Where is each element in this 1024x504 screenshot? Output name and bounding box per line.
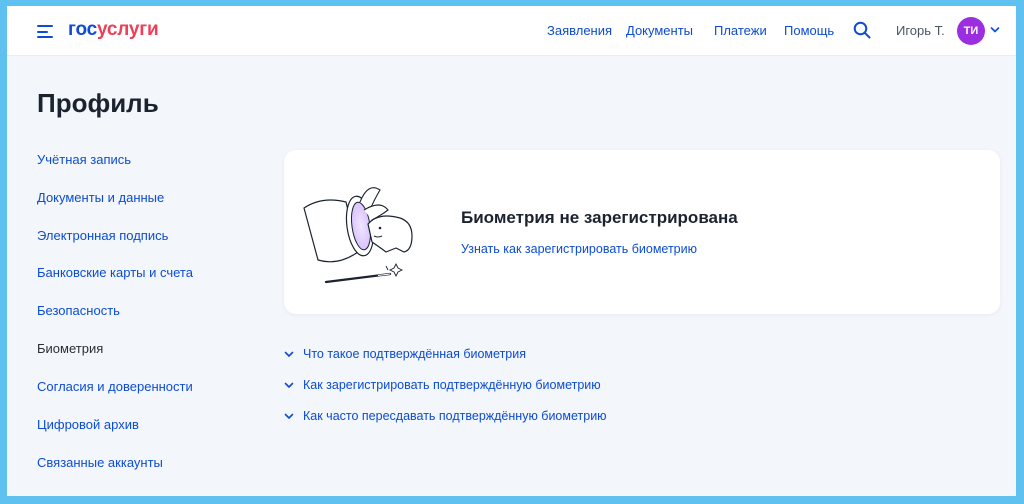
- nav-payments[interactable]: Платежи: [714, 23, 767, 38]
- sidebar-item-documents[interactable]: Документы и данные: [37, 190, 164, 205]
- sidebar-item-security[interactable]: Безопасность: [37, 303, 120, 318]
- app-window: госуслуги Заявления Документы Платежи По…: [7, 6, 1016, 496]
- faq-label: Как зарегистрировать подтверждённую биом…: [303, 378, 601, 392]
- chevron-down-icon: [284, 413, 294, 419]
- sidebar-item-linked-accounts[interactable]: Связанные аккаунты: [37, 455, 163, 470]
- biometrics-status-card: Биометрия не зарегистрирована Узнать как…: [284, 150, 1000, 314]
- sidebar-item-bank-cards[interactable]: Банковские карты и счета: [37, 265, 193, 280]
- page-title: Профиль: [37, 88, 159, 118]
- top-header: госуслуги Заявления Документы Платежи По…: [7, 6, 1016, 56]
- sidebar-item-consents[interactable]: Согласия и доверенности: [37, 379, 193, 394]
- logo-part-uslugi: услуги: [97, 19, 159, 40]
- faq-item-how-to-register[interactable]: Как зарегистрировать подтверждённую биом…: [284, 375, 601, 395]
- faq-label: Как часто пересдавать подтверждённую био…: [303, 409, 607, 423]
- faq-label: Что такое подтверждённая биометрия: [303, 347, 526, 361]
- avatar[interactable]: ТИ: [957, 17, 985, 45]
- nav-applications[interactable]: Заявления: [547, 23, 612, 38]
- search-icon[interactable]: [853, 21, 871, 39]
- nav-help[interactable]: Помощь: [784, 23, 834, 38]
- chevron-down-icon: [284, 351, 294, 357]
- chevron-down-icon: [284, 382, 294, 388]
- gosuslugi-logo[interactable]: госуслуги: [68, 19, 159, 41]
- sidebar-item-account[interactable]: Учётная запись: [37, 152, 131, 167]
- faq-item-how-often[interactable]: Как часто пересдавать подтверждённую био…: [284, 406, 607, 426]
- chevron-down-icon[interactable]: [990, 26, 1000, 34]
- how-to-register-link[interactable]: Узнать как зарегистрировать биометрию: [461, 242, 697, 256]
- sidebar-item-biometrics[interactable]: Биометрия: [37, 341, 103, 356]
- sidebar-item-e-signature[interactable]: Электронная подпись: [37, 228, 168, 243]
- hamburger-icon[interactable]: [37, 25, 53, 38]
- user-name[interactable]: Игорь Т.: [896, 23, 945, 38]
- logo-part-gos: гос: [68, 19, 97, 40]
- biometrics-status-title: Биометрия не зарегистрирована: [461, 208, 738, 227]
- faq-item-what-is-biometrics[interactable]: Что такое подтверждённая биометрия: [284, 344, 526, 364]
- sidebar-item-digital-archive[interactable]: Цифровой архив: [37, 417, 139, 432]
- nav-documents[interactable]: Документы: [626, 23, 693, 38]
- magic-hat-rabbit-illustration: [303, 187, 413, 284]
